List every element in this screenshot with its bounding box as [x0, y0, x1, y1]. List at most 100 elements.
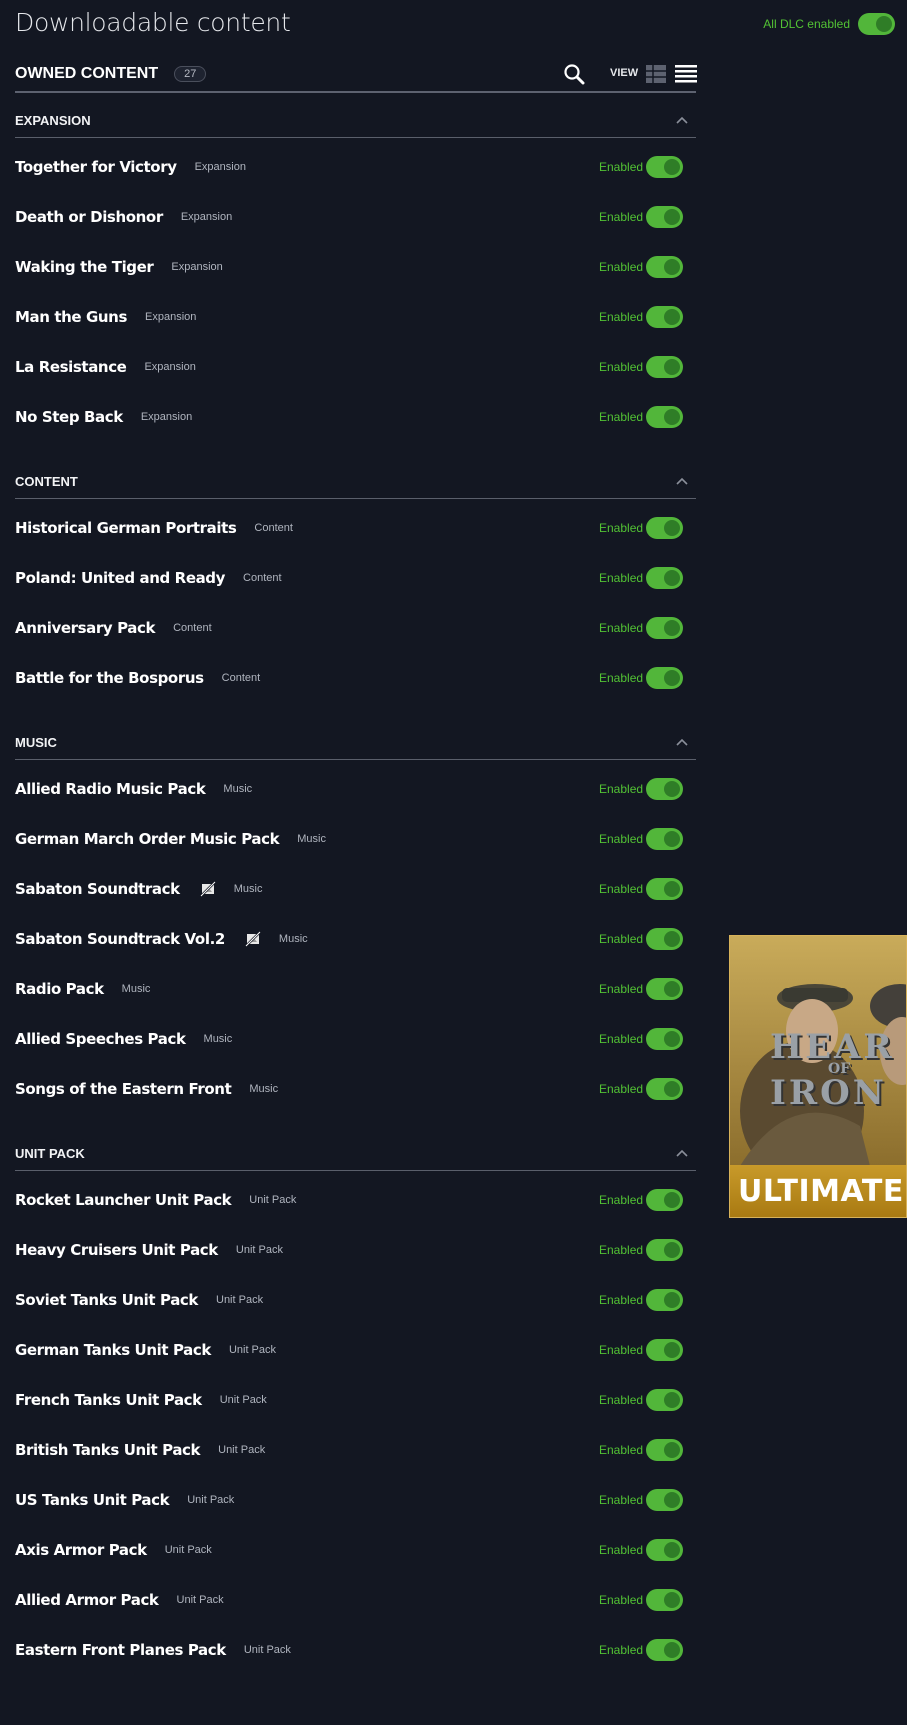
dlc-status: Enabled	[599, 1032, 644, 1046]
dlc-row: Radio Pack Music Enabled	[15, 964, 696, 1014]
dlc-name: Sabaton Soundtrack	[15, 880, 180, 898]
dlc-row: Battle for the Bosporus Content Enabled	[15, 653, 696, 703]
dlc-row: US Tanks Unit Pack Unit Pack Enabled	[15, 1475, 696, 1525]
dlc-enable-toggle[interactable]	[646, 206, 683, 228]
dlc-name: Allied Armor Pack	[15, 1591, 159, 1609]
dlc-enable-toggle[interactable]	[646, 517, 683, 539]
dlc-enable-toggle[interactable]	[646, 1239, 683, 1261]
item-list: Allied Radio Music Pack Music Enabled Germa…	[15, 760, 696, 1114]
dlc-enable-toggle[interactable]	[646, 1489, 683, 1511]
dlc-enable-toggle[interactable]	[646, 778, 683, 800]
promo-banner[interactable]: HEAR OF IRON ULTIMATE B	[729, 935, 907, 1218]
dlc-enable-toggle[interactable]	[646, 1189, 683, 1211]
dlc-row: Waking the Tiger Expansion Enabled	[15, 242, 696, 292]
dlc-name: Allied Radio Music Pack	[15, 780, 206, 798]
dlc-enable-toggle[interactable]	[646, 878, 683, 900]
dlc-name: Together for Victory	[15, 158, 177, 176]
dlc-enable-toggle[interactable]	[646, 1539, 683, 1561]
dlc-name: British Tanks Unit Pack	[15, 1441, 201, 1459]
dlc-row: Historical German Portraits Content Enable…	[15, 503, 696, 553]
dlc-enable-toggle[interactable]	[646, 1078, 683, 1100]
dlc-name: US Tanks Unit Pack	[15, 1491, 170, 1509]
dlc-row: Poland: United and Ready Content Enabled	[15, 553, 696, 603]
dlc-status: Enabled	[599, 160, 644, 174]
dlc-status: Enabled	[599, 982, 644, 996]
dlc-enable-toggle[interactable]	[646, 156, 683, 178]
chevron-up-icon[interactable]	[676, 1149, 688, 1157]
chevron-up-icon[interactable]	[676, 116, 688, 124]
dlc-name: Anniversary Pack	[15, 619, 156, 637]
list-view-icon[interactable]	[675, 64, 697, 84]
dlc-enable-toggle[interactable]	[646, 256, 683, 278]
dlc-name: Poland: United and Ready	[15, 569, 226, 587]
dlc-name: German March Order Music Pack	[15, 830, 280, 848]
chevron-up-icon[interactable]	[676, 477, 688, 485]
section-header[interactable]: CONTENT	[15, 464, 696, 499]
dlc-category: Content	[173, 622, 212, 634]
dlc-status: Enabled	[599, 1543, 644, 1557]
dlc-status: Enabled	[599, 932, 644, 946]
dlc-name: Man the Guns	[15, 308, 127, 326]
dlc-enable-toggle[interactable]	[646, 1289, 683, 1311]
section-header[interactable]: EXPANSION	[15, 103, 696, 138]
dlc-enable-toggle[interactable]	[646, 1028, 683, 1050]
dlc-enable-toggle[interactable]	[646, 406, 683, 428]
section-music: MUSIC Allied Radio Music Pack Music Enabled…	[15, 725, 696, 1114]
dlc-enable-toggle[interactable]	[646, 356, 683, 378]
item-list: Rocket Launcher Unit Pack Unit Pack Enable…	[15, 1171, 696, 1675]
dlc-row: Allied Armor Pack Unit Pack Enabled	[15, 1575, 696, 1625]
view-label: VIEW	[610, 67, 639, 79]
dlc-status: Enabled	[599, 882, 644, 896]
dlc-row: Rocket Launcher Unit Pack Unit Pack Enable…	[15, 1175, 696, 1225]
dlc-enable-toggle[interactable]	[646, 928, 683, 950]
dlc-category: Unit Pack	[176, 1594, 224, 1606]
dlc-row: Man the Guns Expansion Enabled	[15, 292, 696, 342]
dlc-name: Soviet Tanks Unit Pack	[15, 1291, 198, 1309]
section-header[interactable]: UNIT PACK	[15, 1136, 696, 1171]
dlc-category: Music	[233, 883, 263, 895]
dlc-status: Enabled	[599, 571, 644, 585]
dlc-status: Enabled	[599, 1082, 644, 1096]
sections-container: EXPANSION Together for Victory Expansion En…	[15, 103, 696, 1675]
dlc-enable-toggle[interactable]	[646, 828, 683, 850]
dlc-enable-toggle[interactable]	[646, 1339, 683, 1361]
dlc-enable-toggle[interactable]	[646, 667, 683, 689]
owned-content-title: OWNED CONTENT	[15, 65, 159, 82]
dlc-row: German Tanks Unit Pack Unit Pack Enabled	[15, 1325, 696, 1375]
dlc-name: German Tanks Unit Pack	[15, 1341, 211, 1359]
dlc-category: Expansion	[171, 261, 223, 273]
dlc-category: Unit Pack	[219, 1394, 267, 1406]
dlc-status: Enabled	[599, 1293, 644, 1307]
dlc-status: Enabled	[599, 1393, 644, 1407]
dlc-enable-toggle[interactable]	[646, 1439, 683, 1461]
dlc-category: Unit Pack	[218, 1444, 266, 1456]
dlc-status: Enabled	[599, 260, 644, 274]
item-list: Historical German Portraits Content Enable…	[15, 499, 696, 703]
promo-banner-text: ULTIMATE B	[730, 1165, 906, 1217]
section-title: UNIT PACK	[15, 1145, 85, 1161]
dlc-row: Heavy Cruisers Unit Pack Unit Pack Enabled	[15, 1225, 696, 1275]
dlc-row: No Step Back Expansion Enabled	[15, 392, 696, 442]
dlc-name: La Resistance	[15, 358, 127, 376]
section-title: CONTENT	[15, 473, 78, 489]
chevron-up-icon[interactable]	[676, 738, 688, 746]
dlc-row: La Resistance Expansion Enabled	[15, 342, 696, 392]
all-dlc-toggle[interactable]	[858, 13, 895, 35]
dlc-category: Music	[278, 933, 308, 945]
grid-view-icon[interactable]	[646, 65, 666, 83]
dlc-enable-toggle[interactable]	[646, 1639, 683, 1661]
dlc-enable-toggle[interactable]	[646, 978, 683, 1000]
dlc-enable-toggle[interactable]	[646, 567, 683, 589]
section-content: CONTENT Historical German Portraits Conten…	[15, 464, 696, 703]
dlc-enable-toggle[interactable]	[646, 1589, 683, 1611]
dlc-status: Enabled	[599, 1193, 644, 1207]
dlc-name: Battle for the Bosporus	[15, 669, 204, 687]
search-icon[interactable]	[563, 63, 585, 85]
section-header[interactable]: MUSIC	[15, 725, 696, 760]
dlc-status: Enabled	[599, 521, 644, 535]
dlc-enable-toggle[interactable]	[646, 617, 683, 639]
dlc-status: Enabled	[599, 310, 644, 324]
dlc-enable-toggle[interactable]	[646, 306, 683, 328]
dlc-status: Enabled	[599, 1643, 644, 1657]
dlc-enable-toggle[interactable]	[646, 1389, 683, 1411]
